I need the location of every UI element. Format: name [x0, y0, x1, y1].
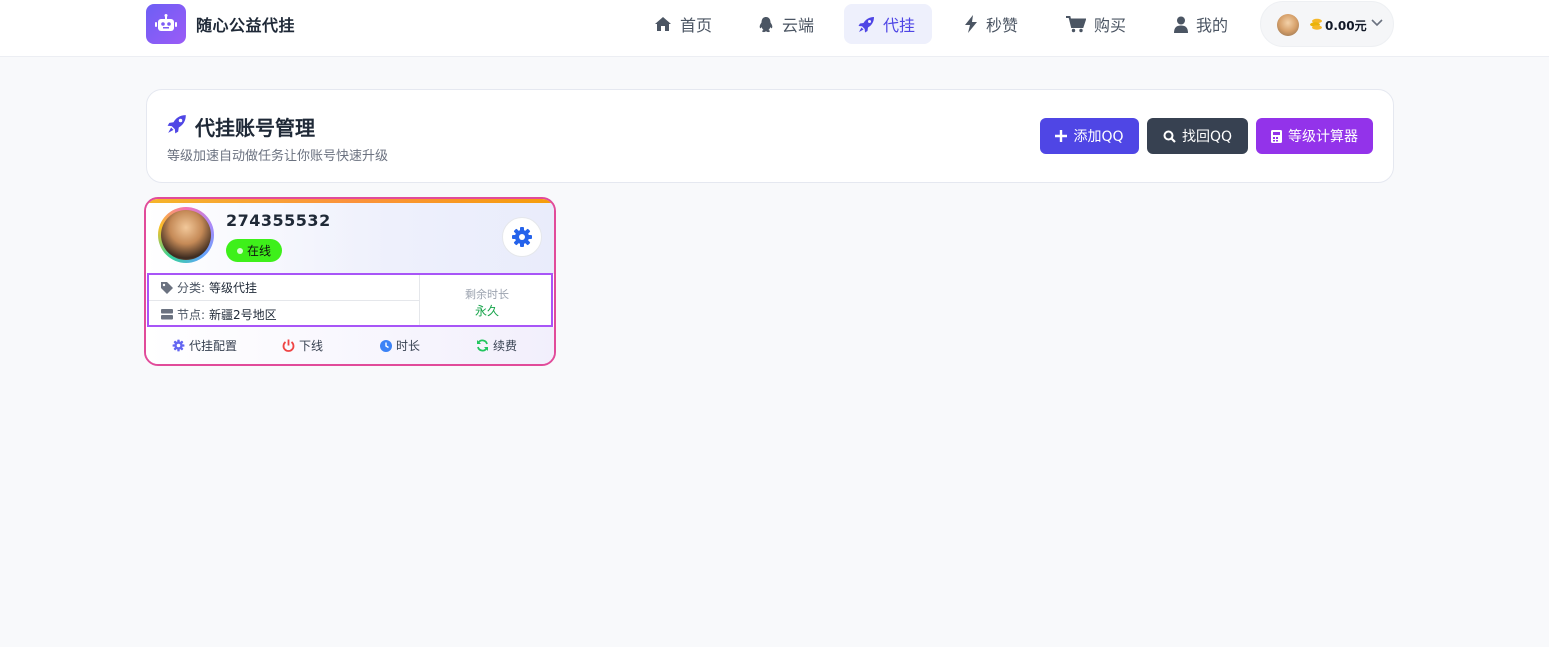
rocket-icon [858, 16, 874, 32]
renew-label: 续费 [493, 339, 518, 353]
nav-mine[interactable]: 我的 [1160, 4, 1242, 44]
nav-buy-label: 购买 [1094, 16, 1127, 35]
find-qq-button[interactable]: 找回QQ [1147, 118, 1248, 154]
config-label: 代挂配置 [189, 339, 238, 353]
level-calculator-label: 等级计算器 [1288, 129, 1358, 145]
node-label: 节点: [177, 307, 206, 322]
add-qq-button[interactable]: 添加QQ [1040, 118, 1139, 154]
node-row: 节点: 新疆2号地区 [149, 301, 419, 327]
refresh-icon [477, 339, 488, 352]
node-value: 新疆2号地区 [209, 307, 277, 322]
rocket-icon [167, 115, 186, 134]
nav-buy[interactable]: 购买 [1052, 4, 1140, 44]
tag-icon [161, 281, 173, 294]
cart-icon [1066, 15, 1086, 32]
nav-home[interactable]: 首页 [640, 4, 726, 44]
avatar [161, 210, 211, 260]
avatar [1277, 14, 1299, 36]
search-icon [1163, 130, 1176, 143]
status-dot-icon [236, 247, 243, 254]
settings-button[interactable] [502, 217, 542, 257]
duration-label: 时长 [396, 339, 421, 353]
balance-text: 0.00元 [1325, 19, 1367, 33]
remaining-time-label: 剩余时长 [465, 288, 509, 301]
add-qq-label: 添加QQ [1073, 129, 1124, 145]
nav-guaji-label: 代挂 [883, 16, 916, 35]
account-info: 分类: 等级代挂 节点: 新疆2号地区 剩余时长 永久 [147, 273, 553, 327]
nav-miaozan-label: 秒赞 [986, 16, 1019, 35]
coins-icon [1310, 18, 1322, 30]
user-menu[interactable]: 0.00元 [1260, 1, 1394, 47]
gear-icon [512, 227, 532, 247]
renew-button[interactable]: 续费 [476, 337, 517, 354]
status-badge: 在线 [226, 239, 282, 262]
nav-miaozan[interactable]: 秒赞 [950, 4, 1032, 44]
offline-button[interactable]: 下线 [282, 337, 323, 354]
account-avatar-ring [158, 207, 214, 263]
account-actions: 代挂配置 下线 时长 续费 [146, 327, 554, 364]
nav-guaji[interactable]: 代挂 [844, 4, 932, 44]
nav-cloud[interactable]: 云端 [744, 4, 828, 44]
top-navbar: 随心公益代挂 首页 云端 代挂 秒赞 购买 我的 0.00元 [0, 0, 1549, 57]
home-icon [655, 17, 671, 31]
user-icon [1174, 16, 1188, 33]
qq-penguin-icon [759, 16, 773, 32]
power-icon [282, 339, 295, 352]
page-subtitle: 等级加速自动做任务让你账号快速升级 [167, 149, 389, 164]
page-header-card: 代挂账号管理 等级加速自动做任务让你账号快速升级 添加QQ 找回QQ 等级计算器 [146, 89, 1394, 183]
level-calculator-button[interactable]: 等级计算器 [1256, 118, 1373, 154]
category-label: 分类: [177, 281, 206, 295]
offline-label: 下线 [299, 339, 324, 353]
remaining-time-value: 永久 [474, 304, 499, 318]
site-title[interactable]: 随心公益代挂 [196, 12, 295, 36]
plus-icon [1055, 130, 1068, 142]
nav-cloud-label: 云端 [782, 16, 815, 35]
gear-icon [172, 339, 185, 352]
nav-mine-label: 我的 [1196, 16, 1229, 35]
find-qq-label: 找回QQ [1181, 129, 1233, 145]
category-value: 等级代挂 [209, 281, 258, 295]
config-button[interactable]: 代挂配置 [172, 337, 237, 354]
qq-number: 274355532 [226, 211, 331, 230]
duration-button[interactable]: 时长 [380, 337, 420, 354]
status-text: 在线 [246, 244, 271, 258]
robot-logo-icon[interactable] [146, 4, 186, 44]
category-row: 分类: 等级代挂 [149, 275, 419, 301]
chevron-down-icon [1371, 19, 1383, 27]
account-card-header: 274355532 在线 [146, 203, 554, 274]
nav-home-label: 首页 [680, 16, 713, 35]
page-title: 代挂账号管理 [195, 116, 315, 140]
calculator-icon [1271, 129, 1282, 143]
account-card: 274355532 在线 分类: 等级代挂 节点: 新疆2号地区 剩余时长 永久… [144, 197, 556, 366]
clock-icon [380, 339, 392, 352]
server-icon [161, 308, 173, 319]
remaining-time: 剩余时长 永久 [419, 275, 553, 325]
bolt-icon [965, 15, 977, 33]
